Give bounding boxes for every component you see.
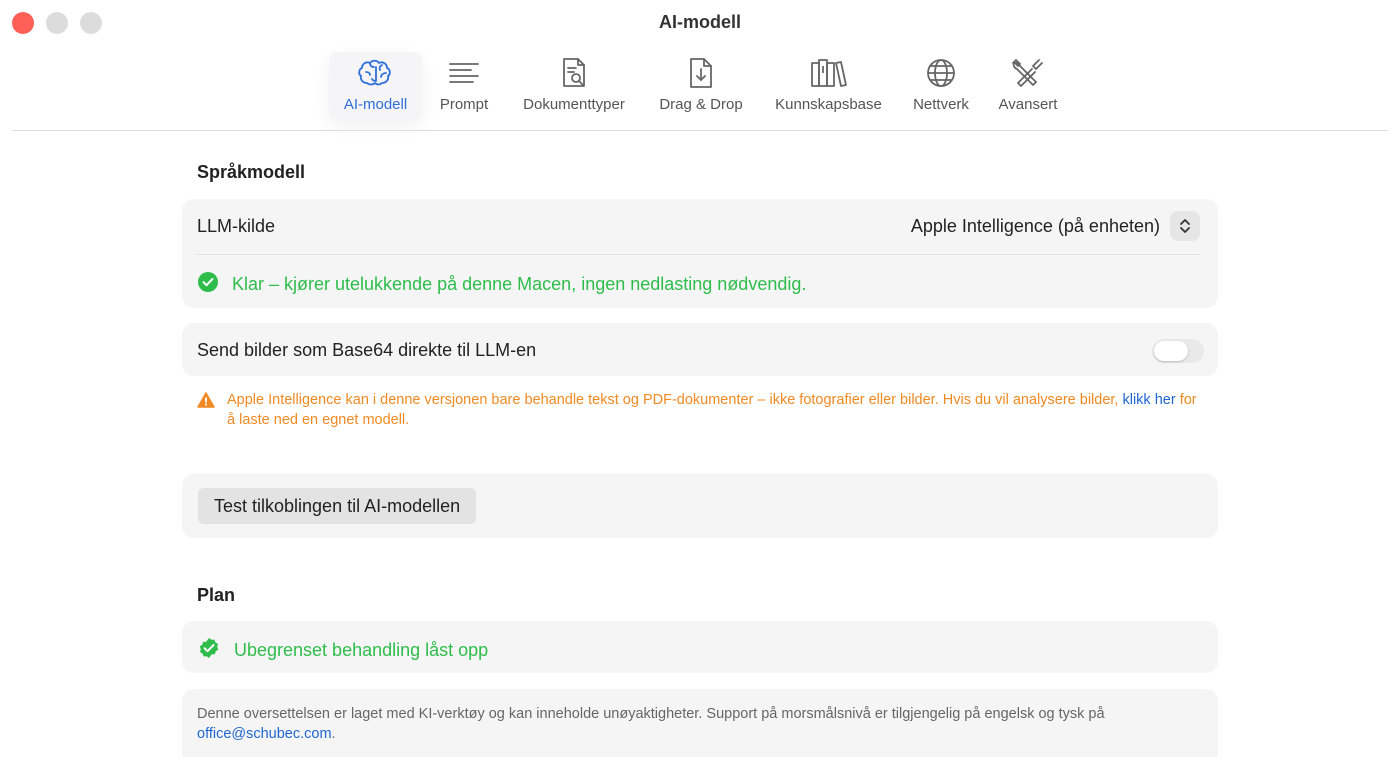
translation-note: Denne oversettelsen er laget med KI-verk… bbox=[197, 704, 1207, 744]
tab-label: Avansert bbox=[998, 96, 1058, 113]
checkmark-seal-icon bbox=[198, 637, 220, 664]
section-title-language-model: Språkmodell bbox=[197, 162, 306, 182]
image-warning: Apple Intelligence kan i denne versjonen… bbox=[197, 390, 1197, 430]
section-title-plan: Plan bbox=[197, 585, 236, 605]
books-icon bbox=[809, 54, 849, 92]
warning-text-part: Apple Intelligence kan i denne versjonen… bbox=[227, 392, 1123, 408]
window-title: AI-modell bbox=[658, 12, 741, 32]
tab-avansert[interactable]: Avansert bbox=[991, 52, 1065, 120]
tab-kunnskapsbase[interactable]: Kunnskapsbase bbox=[767, 52, 890, 120]
plan-card: Ubegrenset behandling låst opp bbox=[182, 621, 1218, 673]
row-separator bbox=[196, 254, 1200, 255]
tab-label: Kunnskapsbase bbox=[775, 96, 882, 113]
tab-label: Prompt bbox=[439, 96, 489, 113]
warning-triangle-icon bbox=[197, 392, 215, 430]
llm-status-text: Klar – kjører utelukkende på denne Macen… bbox=[232, 274, 807, 294]
download-model-link[interactable]: klikk her bbox=[1122, 392, 1175, 408]
test-connection-card: Test tilkoblingen til AI-modellen bbox=[182, 474, 1218, 538]
support-email-link[interactable]: office@schubec.com bbox=[197, 726, 332, 742]
tab-ai-modell[interactable]: AI-modell bbox=[329, 52, 422, 120]
chevron-up-down-icon bbox=[1170, 211, 1200, 241]
tab-label: AI-modell bbox=[343, 96, 408, 113]
tab-label: Dokumenttyper bbox=[523, 96, 625, 113]
base64-toggle[interactable] bbox=[1152, 339, 1204, 363]
llm-source-card: LLM-kilde Apple Intelligence (på enheten… bbox=[182, 199, 1218, 308]
settings-window: AI-modell AI-modell Prompt Dokumenttyper… bbox=[0, 0, 1400, 757]
llm-status: Klar – kjører utelukkende på denne Macen… bbox=[198, 272, 806, 297]
test-connection-button[interactable]: Test tilkoblingen til AI-modellen bbox=[198, 488, 477, 524]
tab-nettverk[interactable]: Nettverk bbox=[905, 52, 977, 120]
toolbar-divider bbox=[12, 130, 1388, 131]
tools-icon bbox=[1008, 54, 1048, 92]
translation-note-text: Denne oversettelsen er laget med KI-verk… bbox=[197, 706, 1105, 722]
tab-dokumenttyper[interactable]: Dokumenttyper bbox=[513, 52, 635, 120]
checkmark-circle-icon bbox=[198, 272, 218, 297]
toggle-knob bbox=[1154, 341, 1188, 361]
brain-icon bbox=[356, 54, 396, 92]
tab-label: Drag & Drop bbox=[659, 96, 743, 113]
plan-status-text: Ubegrenset behandling låst opp bbox=[234, 640, 489, 660]
tab-label: Nettverk bbox=[913, 96, 969, 113]
tab-drag-drop[interactable]: Drag & Drop bbox=[652, 52, 750, 120]
base64-label: Send bilder som Base64 direkte til LLM-e… bbox=[197, 340, 537, 360]
base64-card: Send bilder som Base64 direkte til LLM-e… bbox=[182, 323, 1218, 376]
llm-source-value: Apple Intelligence (på enheten) bbox=[910, 215, 1160, 236]
llm-source-label: LLM-kilde bbox=[197, 216, 276, 236]
text-lines-icon bbox=[444, 54, 484, 92]
settings-toolbar: AI-modell Prompt Dokumenttyper Drag & Dr… bbox=[0, 52, 1400, 130]
tab-prompt[interactable]: Prompt bbox=[433, 52, 495, 120]
llm-source-select[interactable]: Apple Intelligence (på enheten) bbox=[911, 211, 1200, 241]
warning-text: Apple Intelligence kan i denne versjonen… bbox=[227, 390, 1197, 430]
translation-note-suffix: . bbox=[331, 726, 336, 742]
plan-status: Ubegrenset behandling låst opp bbox=[198, 637, 488, 664]
document-download-icon bbox=[681, 54, 721, 92]
globe-icon bbox=[921, 54, 961, 92]
document-search-icon bbox=[554, 54, 594, 92]
